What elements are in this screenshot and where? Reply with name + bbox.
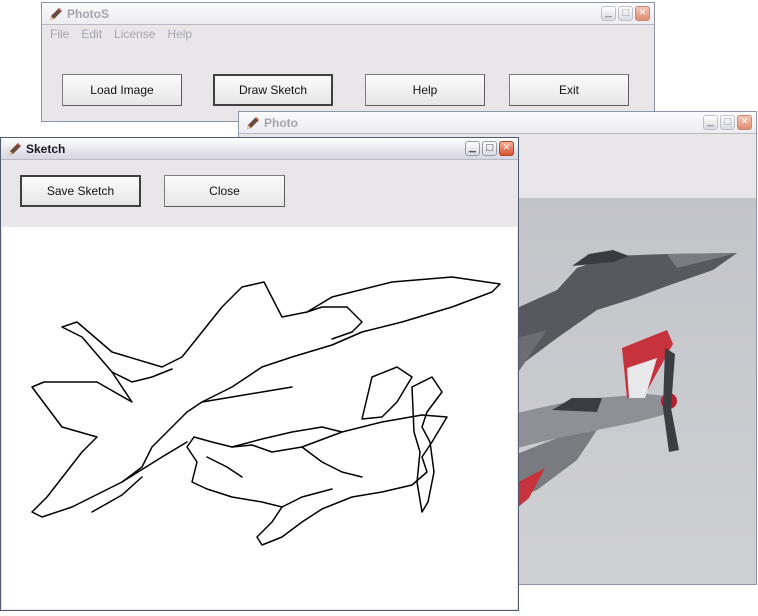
sketch-window-controls: ▁ □ ✕ — [465, 141, 514, 156]
pencil-icon — [9, 143, 21, 155]
photo-window-title: Photo — [264, 116, 298, 130]
photo-window-titlebar[interactable]: Photo ▁ □ ✕ — [239, 112, 756, 134]
photo-image — [517, 198, 756, 584]
menu-file[interactable]: File — [50, 27, 69, 41]
pencil-icon — [247, 117, 259, 129]
help-button[interactable]: Help — [365, 74, 485, 106]
load-image-button[interactable]: Load Image — [62, 74, 182, 106]
minimize-icon[interactable]: ▁ — [601, 6, 616, 21]
sketch-window: Sketch ▁ □ ✕ Save Sketch Close — [0, 137, 519, 611]
draw-sketch-button[interactable]: Draw Sketch — [213, 74, 333, 106]
exit-button[interactable]: Exit — [509, 74, 629, 106]
maximize-icon[interactable]: □ — [618, 6, 633, 21]
close-button[interactable]: Close — [164, 175, 285, 207]
sketch-drawing — [31, 276, 501, 546]
close-icon[interactable]: ✕ — [737, 115, 752, 130]
main-window-title: PhotoS — [67, 7, 109, 21]
main-window-controls: ▁ □ ✕ — [601, 6, 650, 21]
photo-window-controls: ▁ □ ✕ — [703, 115, 752, 130]
minimize-icon[interactable]: ▁ — [703, 115, 718, 130]
pencil-icon — [50, 8, 62, 20]
main-window: PhotoS ▁ □ ✕ File Edit License Help Load… — [41, 2, 655, 122]
sketch-window-title: Sketch — [26, 142, 66, 156]
sketch-window-titlebar[interactable]: Sketch ▁ □ ✕ — [1, 138, 518, 160]
sketch-canvas — [2, 227, 517, 609]
main-window-titlebar[interactable]: PhotoS ▁ □ ✕ — [42, 3, 654, 25]
menu-edit[interactable]: Edit — [81, 27, 102, 41]
aircraft-photo — [517, 198, 756, 584]
maximize-icon[interactable]: □ — [482, 141, 497, 156]
minimize-icon[interactable]: ▁ — [465, 141, 480, 156]
menu-help[interactable]: Help — [167, 27, 192, 41]
menu-bar: File Edit License Help — [50, 27, 192, 41]
close-icon[interactable]: ✕ — [635, 6, 650, 21]
menu-license[interactable]: License — [114, 27, 155, 41]
save-sketch-button[interactable]: Save Sketch — [20, 175, 141, 207]
close-icon[interactable]: ✕ — [499, 141, 514, 156]
maximize-icon[interactable]: □ — [720, 115, 735, 130]
